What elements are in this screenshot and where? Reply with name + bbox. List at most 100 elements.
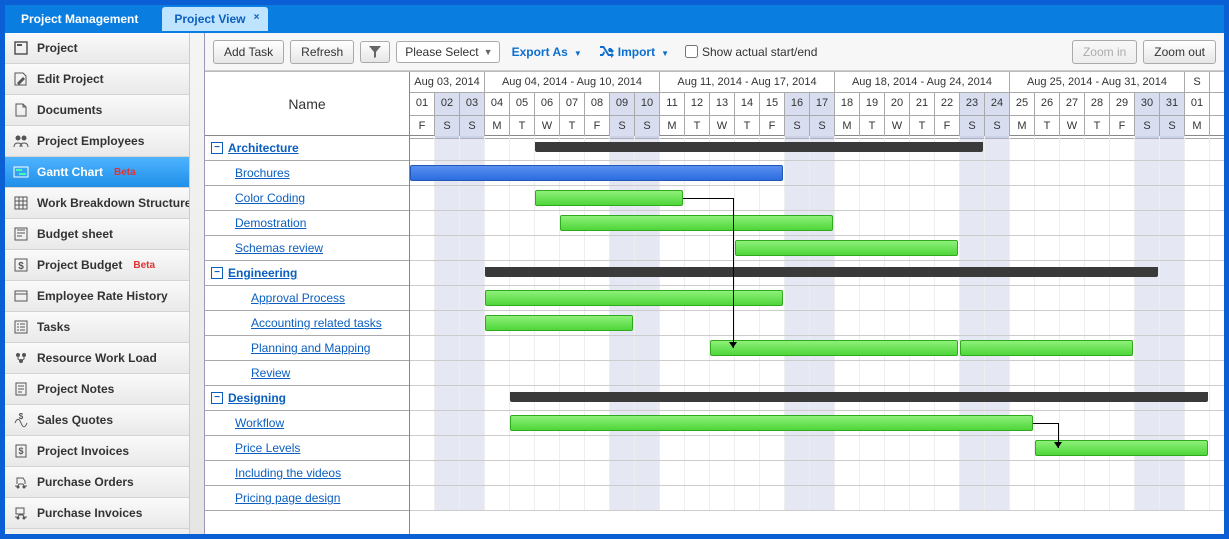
sidebar-item-project-budget[interactable]: $Project BudgetBeta [5, 250, 204, 281]
task-row[interactable]: −Architecture [205, 136, 409, 161]
task-bar[interactable] [735, 240, 958, 256]
task-bar[interactable] [410, 165, 783, 181]
day-header: 26 [1035, 93, 1060, 115]
summary-bar[interactable] [485, 267, 1158, 277]
task-name-link[interactable]: Including the videos [235, 466, 341, 480]
sidebar-item-gantt-chart[interactable]: Gantt ChartBeta [5, 157, 204, 188]
task-row[interactable]: Demostration [205, 211, 409, 236]
filter-button[interactable] [360, 41, 390, 63]
svg-text:$: $ [19, 412, 24, 421]
day-header: 10 [635, 93, 660, 115]
gantt-timeline[interactable]: Aug 03, 2014Aug 04, 2014 - Aug 10, 2014A… [410, 72, 1224, 534]
collapse-icon[interactable]: − [211, 142, 223, 154]
gantt-row [410, 361, 1224, 386]
task-row[interactable]: Approval Process [205, 286, 409, 311]
sidebar-item-purchase-invoices[interactable]: Purchase Invoices [5, 498, 204, 529]
sidebar-item-documents[interactable]: Documents [5, 95, 204, 126]
collapse-icon[interactable]: − [211, 392, 223, 404]
view-select[interactable]: Please Select [396, 41, 499, 63]
tab-project-management[interactable]: Project Management [9, 7, 160, 31]
task-name-link[interactable]: Planning and Mapping [251, 341, 370, 355]
task-name-link[interactable]: Workflow [235, 416, 284, 430]
task-name-link[interactable]: Demostration [235, 216, 306, 230]
task-name-link[interactable]: Brochures [235, 166, 290, 180]
task-row[interactable]: −Engineering [205, 261, 409, 286]
nav-icon [13, 288, 29, 304]
dow-header: M [835, 116, 860, 138]
task-row[interactable]: Pricing page design [205, 486, 409, 511]
task-name-link[interactable]: Review [251, 366, 290, 380]
task-name-link[interactable]: Color Coding [235, 191, 305, 205]
sidebar-item-budget-sheet[interactable]: Budget sheet [5, 219, 204, 250]
nav-icon: $ [13, 257, 29, 273]
task-bar[interactable] [710, 340, 958, 356]
task-bar[interactable] [485, 290, 783, 306]
task-name-link[interactable]: Schemas review [235, 241, 323, 255]
dow-header: T [685, 116, 710, 138]
dow-header: T [560, 116, 585, 138]
task-name-link[interactable]: Engineering [228, 266, 297, 280]
task-name-link[interactable]: Architecture [228, 141, 299, 155]
collapse-icon[interactable]: − [211, 267, 223, 279]
sidebar-item-project-employees[interactable]: Project Employees [5, 126, 204, 157]
gantt-row [410, 461, 1224, 486]
task-bar[interactable] [535, 190, 683, 206]
task-bar[interactable] [560, 215, 833, 231]
task-row[interactable]: −Designing [205, 386, 409, 411]
gantt-row [410, 161, 1224, 186]
summary-bar[interactable] [535, 142, 983, 152]
day-header: 07 [560, 93, 585, 115]
sidebar-item-resource-work-load[interactable]: Resource Work Load [5, 343, 204, 374]
sidebar-item-project-invoices[interactable]: $Project Invoices [5, 436, 204, 467]
gantt-row [410, 486, 1224, 511]
dow-header: T [510, 116, 535, 138]
sidebar-item-sales-quotes[interactable]: $ Sales Quotes [5, 405, 204, 436]
task-name-link[interactable]: Pricing page design [235, 491, 340, 505]
task-bar[interactable] [960, 340, 1133, 356]
nav-icon [13, 319, 29, 335]
export-as-button[interactable]: Export As [506, 41, 588, 63]
import-button[interactable]: Import [594, 41, 675, 63]
show-actual-input[interactable] [685, 45, 698, 58]
sidebar-item-project-notes[interactable]: Project Notes [5, 374, 204, 405]
zoom-in-button[interactable]: Zoom in [1072, 40, 1137, 64]
summary-bar[interactable] [510, 392, 1208, 402]
task-row[interactable]: Schemas review [205, 236, 409, 261]
sidebar-item-tasks[interactable]: Tasks [5, 312, 204, 343]
gantt-chart: Name −ArchitectureBrochuresColor CodingD… [205, 71, 1224, 534]
task-bar[interactable] [485, 315, 633, 331]
sidebar-item-employee-rate-history[interactable]: Employee Rate History [5, 281, 204, 312]
close-icon[interactable]: × [252, 13, 262, 23]
tab-project-view[interactable]: Project View × [162, 7, 267, 31]
add-task-button[interactable]: Add Task [213, 40, 284, 64]
task-name-link[interactable]: Designing [228, 391, 286, 405]
sidebar-item-project[interactable]: Project [5, 33, 204, 64]
sidebar-item-edit-project[interactable]: Edit Project [5, 64, 204, 95]
sidebar-item-purchase-orders[interactable]: Purchase Orders [5, 467, 204, 498]
nav-label: Resource Work Load [37, 351, 157, 365]
show-actual-checkbox[interactable]: Show actual start/end [685, 45, 817, 59]
day-header: 27 [1060, 93, 1085, 115]
dow-header: W [1060, 116, 1085, 138]
task-bar[interactable] [510, 415, 1033, 431]
task-row[interactable]: Planning and Mapping [205, 336, 409, 361]
dow-header: F [410, 116, 435, 138]
select-value: Please Select [405, 45, 478, 59]
task-row[interactable]: Including the videos [205, 461, 409, 486]
task-row[interactable]: Workflow [205, 411, 409, 436]
refresh-button[interactable]: Refresh [290, 40, 354, 64]
task-name-link[interactable]: Accounting related tasks [251, 316, 382, 330]
task-row[interactable]: Brochures [205, 161, 409, 186]
task-row[interactable]: Price Levels [205, 436, 409, 461]
nav-label: Project Budget [37, 258, 122, 272]
day-header: 24 [985, 93, 1010, 115]
task-row[interactable]: Accounting related tasks [205, 311, 409, 336]
sidebar-item-work-breakdown-structure[interactable]: Work Breakdown Structure [5, 188, 204, 219]
task-row[interactable]: Color Coding [205, 186, 409, 211]
nav-label: Sales Quotes [37, 413, 113, 427]
task-name-link[interactable]: Approval Process [251, 291, 345, 305]
nav-label: Purchase Invoices [37, 506, 142, 520]
task-row[interactable]: Review [205, 361, 409, 386]
zoom-out-button[interactable]: Zoom out [1143, 40, 1216, 64]
task-name-link[interactable]: Price Levels [235, 441, 300, 455]
